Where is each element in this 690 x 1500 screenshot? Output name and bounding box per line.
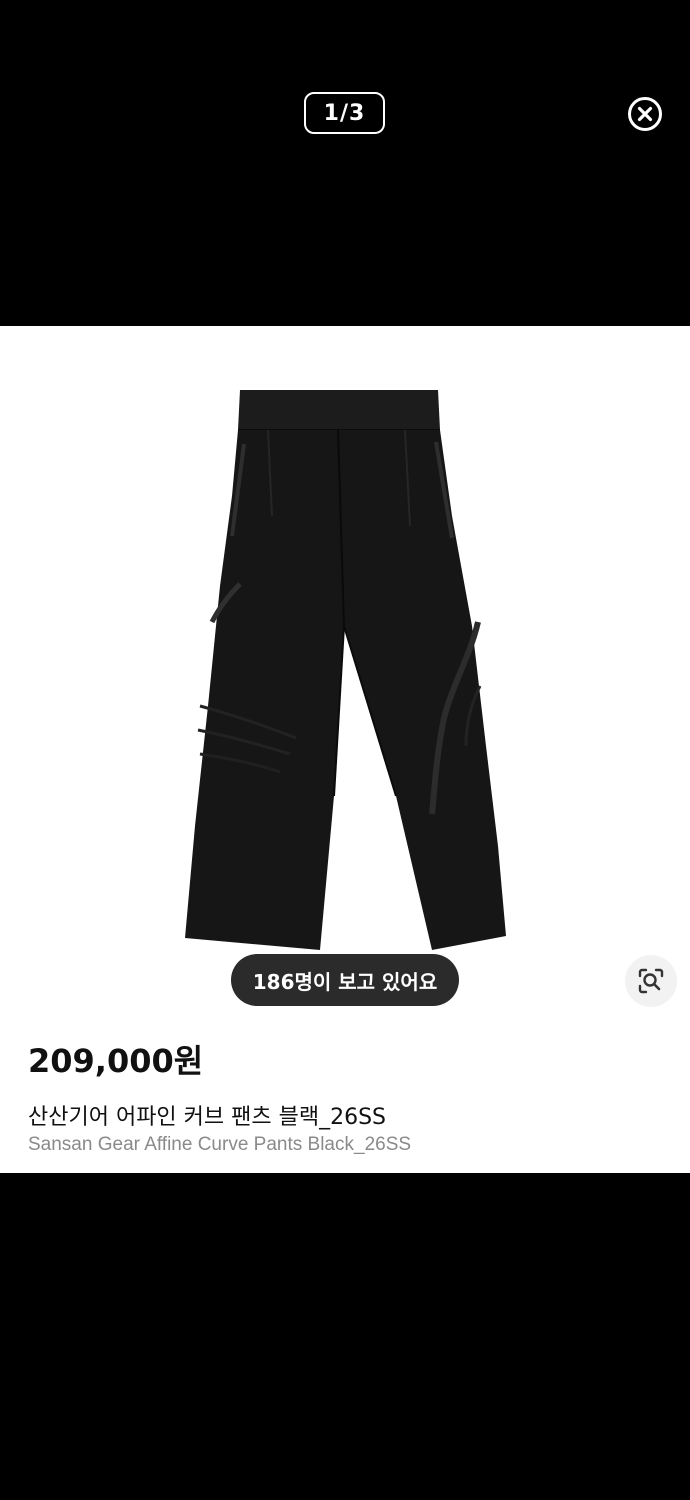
product-sheet: 186명이 보고 있어요 209,000원 산산기어 어파인 커브 팬츠 블랙_…: [0, 326, 690, 1173]
viewers-badge: 186명이 보고 있어요: [231, 954, 459, 1006]
product-price: 209,000원: [28, 1042, 204, 1080]
image-search-button[interactable]: [625, 955, 677, 1007]
product-image[interactable]: [0, 326, 690, 1006]
close-button[interactable]: [627, 96, 663, 132]
close-circle-icon: [628, 97, 662, 131]
viewer-top-bar: 1/3: [0, 0, 690, 326]
viewer-bottom-bar: [0, 1173, 690, 1500]
image-search-icon: [638, 968, 664, 994]
product-name-english[interactable]: Sansan Gear Affine Curve Pants Black_26S…: [28, 1134, 411, 1156]
image-counter: 1/3: [304, 92, 385, 134]
product-name-korean[interactable]: 산산기어 어파인 커브 팬츠 블랙_26SS: [28, 1099, 386, 1131]
